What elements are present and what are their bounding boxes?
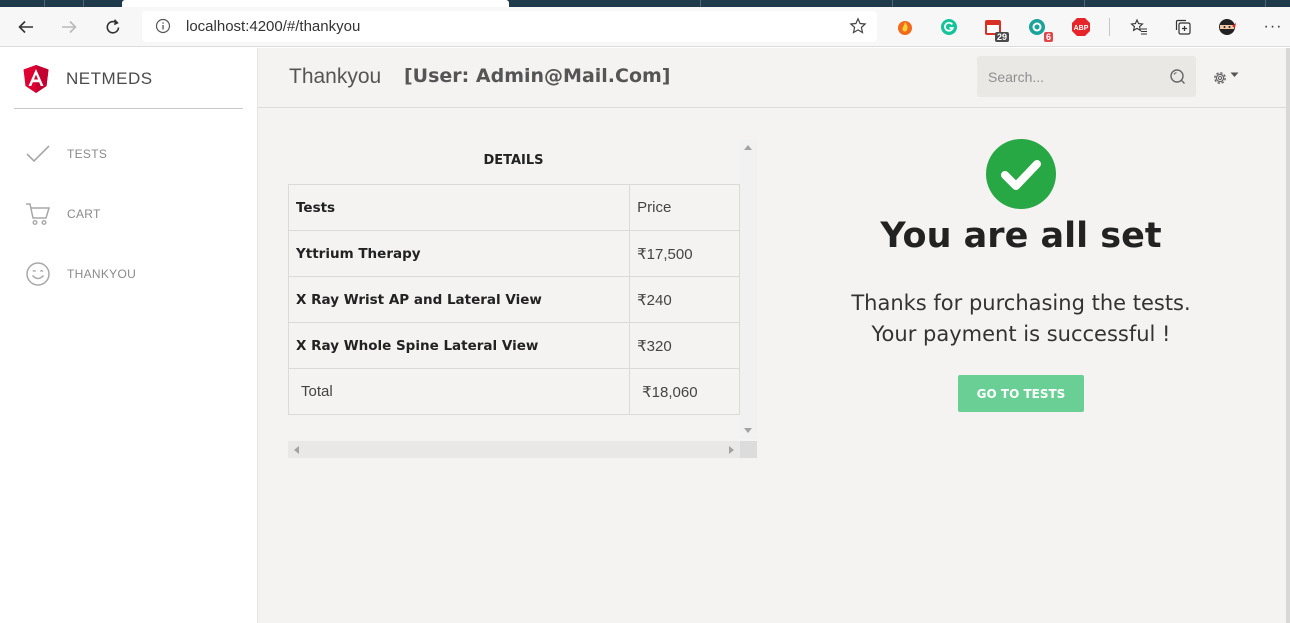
success-message-line: Thanks for purchasing the tests. <box>851 291 1191 315</box>
table-row: Yttrium Therapy ₹17,500 <box>287 230 740 277</box>
test-name-cell: X Ray Wrist AP and Lateral View <box>287 276 631 323</box>
scrollbar-corner <box>740 441 757 458</box>
refresh-button[interactable] <box>98 12 128 42</box>
back-arrow-icon <box>18 20 33 34</box>
test-name-cell: Yttrium Therapy <box>287 230 631 277</box>
sidebar-item-tests[interactable]: TESTS <box>24 139 224 169</box>
browser-tab-strip <box>0 0 1290 7</box>
angular-logo-icon <box>23 65 49 93</box>
main-content: Thankyou [User: Admin@Mail.Com] DETAILS … <box>258 48 1290 623</box>
caret-down-icon <box>1230 72 1239 77</box>
sidebar-item-label: THANKYOU <box>67 267 137 281</box>
green-extension-icon[interactable]: 6 <box>1026 16 1053 42</box>
page-scrollbar-edge <box>1286 48 1290 623</box>
total-row: Total ₹18,060 <box>287 368 740 415</box>
sidebar-item-label: CART <box>67 207 101 221</box>
site-info-icon[interactable] <box>155 18 171 34</box>
active-tab[interactable] <box>122 0 509 7</box>
details-panel: DETAILS Tests Price Yttrium Therapy ₹17,… <box>287 139 757 458</box>
column-header-tests: Tests <box>287 184 631 231</box>
test-price-cell: ₹320 <box>629 322 740 369</box>
table-header-row: Tests Price <box>287 184 740 231</box>
tab-separator <box>44 0 45 7</box>
details-table: Tests Price Yttrium Therapy ₹17,500 X Ra… <box>287 184 740 415</box>
horizontal-scrollbar[interactable] <box>288 441 740 458</box>
calendar-extension-icon[interactable]: 29 <box>982 16 1009 42</box>
smiley-icon <box>24 260 52 288</box>
column-header-price: Price <box>629 184 740 231</box>
table-row: X Ray Whole Spine Lateral View ₹320 <box>287 322 740 369</box>
search-box <box>977 56 1196 97</box>
scroll-down-arrow-icon[interactable] <box>744 428 752 433</box>
vertical-scrollbar[interactable] <box>740 139 757 439</box>
abp-label: ABP <box>1074 25 1089 32</box>
test-price-cell: ₹17,500 <box>629 230 740 277</box>
success-title: You are all set <box>880 216 1162 256</box>
scroll-left-arrow-icon[interactable] <box>294 446 299 454</box>
check-icon <box>24 140 52 168</box>
url-text[interactable]: localhost:4200/#/thankyou <box>186 18 360 35</box>
success-check-icon <box>986 139 1056 209</box>
tab-separator <box>700 0 701 7</box>
sidebar-item-cart[interactable]: CART <box>24 199 224 229</box>
sidebar: NETMEDS TESTS CART THANKYOU <box>0 48 258 623</box>
collections-icon[interactable] <box>1172 16 1194 38</box>
scroll-up-arrow-icon[interactable] <box>744 145 752 150</box>
ninja-extension-icon[interactable] <box>1216 16 1238 38</box>
sidebar-item-label: TESTS <box>67 147 108 161</box>
brand[interactable]: NETMEDS <box>22 64 153 94</box>
tab-separator <box>83 0 84 7</box>
fire-extension-icon[interactable] <box>894 16 916 38</box>
brand-name: NETMEDS <box>66 69 153 88</box>
gear-icon <box>1214 72 1226 84</box>
browser-toolbar: localhost:4200/#/thankyou 29 6 ABP ··· <box>0 7 1290 47</box>
green-extension-badge: 6 <box>1043 32 1053 42</box>
adblock-plus-extension-icon[interactable]: ABP <box>1070 16 1092 38</box>
test-name-cell: X Ray Whole Spine Lateral View <box>287 322 631 369</box>
page-title: Thankyou <box>289 65 382 88</box>
grammarly-extension-icon[interactable] <box>938 16 960 38</box>
test-price-cell: ₹240 <box>629 276 740 323</box>
sidebar-item-thankyou[interactable]: THANKYOU <box>24 259 224 289</box>
tab-separator <box>1265 0 1266 7</box>
search-input[interactable] <box>977 56 1167 97</box>
total-value: ₹18,060 <box>629 368 740 415</box>
tab-separator <box>892 0 893 7</box>
page-header: Thankyou [User: Admin@Mail.Com] <box>258 48 1286 108</box>
details-title: DETAILS <box>483 153 544 168</box>
brand-divider <box>14 108 243 109</box>
settings-dropdown[interactable] <box>1211 67 1243 89</box>
user-label: [User: Admin@Mail.Com] <box>404 65 671 87</box>
tab-separator <box>1084 0 1085 7</box>
calendar-badge: 29 <box>994 32 1009 42</box>
favorite-star-icon[interactable] <box>849 17 867 35</box>
forward-arrow-icon <box>62 20 77 34</box>
search-icon[interactable] <box>1169 68 1186 85</box>
cart-icon <box>24 200 52 228</box>
toolbar-divider <box>1109 18 1110 36</box>
refresh-icon <box>106 19 120 34</box>
scroll-right-arrow-icon[interactable] <box>729 446 734 454</box>
favorites-icon[interactable] <box>1128 16 1150 38</box>
total-label: Total <box>287 368 631 415</box>
back-button[interactable] <box>11 12 41 42</box>
more-options-icon[interactable]: ··· <box>1262 16 1284 38</box>
address-bar[interactable]: localhost:4200/#/thankyou <box>142 11 877 42</box>
table-row: X Ray Wrist AP and Lateral View ₹240 <box>287 276 740 323</box>
go-to-tests-button[interactable]: GO TO TESTS <box>958 375 1084 412</box>
success-message-line: Your payment is successful ! <box>871 322 1171 346</box>
forward-button[interactable] <box>54 12 84 42</box>
success-message: Thanks for purchasing the tests. Your pa… <box>771 288 1271 350</box>
